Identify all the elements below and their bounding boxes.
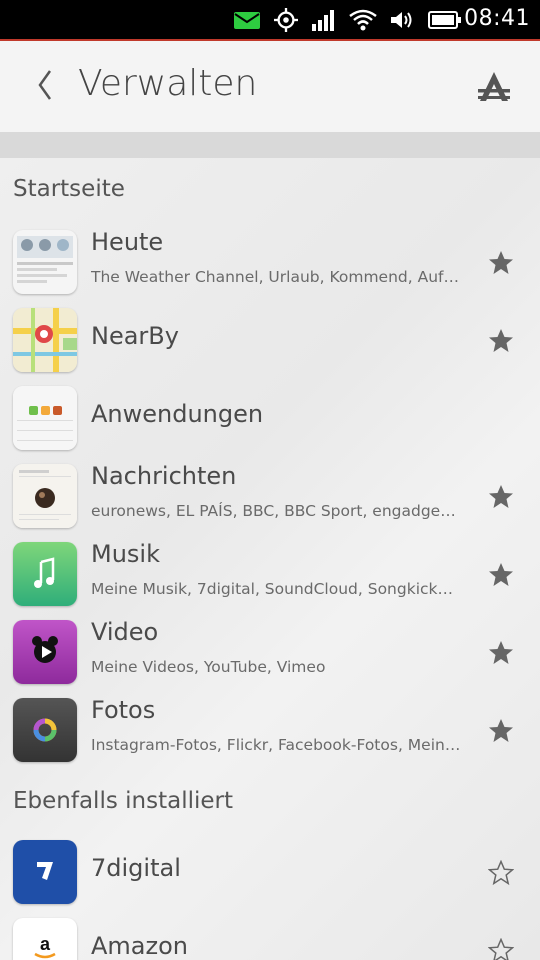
item-title: Video xyxy=(91,618,159,646)
star-filled-icon[interactable] xyxy=(488,640,514,666)
news-icon xyxy=(13,464,77,528)
star-filled-icon[interactable] xyxy=(488,328,514,354)
message-icon xyxy=(234,12,260,29)
star-filled-icon[interactable] xyxy=(488,718,514,744)
item-subtitle: Instagram-Fotos, Flickr, Facebook-Fotos,… xyxy=(91,736,461,754)
list-item-nearby[interactable]: NearBy xyxy=(0,302,540,380)
page-header: Verwalten xyxy=(0,41,540,133)
signal-icon xyxy=(312,10,334,31)
amazon-icon: a xyxy=(13,918,77,960)
scope-list[interactable]: Startseite Heute The Weather Channel, Ur… xyxy=(0,158,540,960)
star-filled-icon[interactable] xyxy=(488,484,514,510)
battery-icon xyxy=(428,11,461,29)
list-item-fotos[interactable]: Fotos Instagram-Fotos, Flickr, Facebook-… xyxy=(0,692,540,770)
page-title: Verwalten xyxy=(78,63,258,104)
app-store-icon[interactable] xyxy=(476,69,512,105)
list-item-nachrichten[interactable]: Nachrichten euronews, EL PAÍS, BBC, BBC … xyxy=(0,458,540,536)
today-scope-icon xyxy=(13,230,77,294)
7digital-icon xyxy=(13,840,77,904)
star-filled-icon[interactable] xyxy=(488,562,514,588)
star-outline-icon[interactable] xyxy=(488,860,514,886)
item-title: Amazon xyxy=(91,932,188,960)
section-title-ebenfalls-installiert: Ebenfalls installiert xyxy=(13,788,233,814)
header-divider xyxy=(0,132,540,158)
list-item-heute[interactable]: Heute The Weather Channel, Urlaub, Komme… xyxy=(0,224,540,302)
clock: 08:41 xyxy=(464,6,530,31)
svg-text:a: a xyxy=(40,934,51,954)
item-title: Fotos xyxy=(91,696,156,724)
music-icon xyxy=(13,542,77,606)
chevron-left-icon[interactable] xyxy=(32,65,62,105)
item-title: NearBy xyxy=(91,322,179,350)
list-item-anwendungen[interactable]: Anwendungen xyxy=(0,380,540,458)
item-title: 7digital xyxy=(91,854,181,882)
status-bar: 08:41 xyxy=(0,0,540,41)
item-title: Nachrichten xyxy=(91,462,237,490)
list-item-musik[interactable]: Musik Meine Musik, 7digital, SoundCloud,… xyxy=(0,536,540,614)
item-subtitle: euronews, EL PAÍS, BBC, BBC Sport, engad… xyxy=(91,502,461,520)
volume-icon xyxy=(391,12,412,28)
section-title-startseite: Startseite xyxy=(13,176,125,202)
list-item-amazon[interactable]: a Amazon xyxy=(0,912,540,960)
item-subtitle: The Weather Channel, Urlaub, Kommend, Au… xyxy=(91,268,461,286)
list-item-video[interactable]: Video Meine Videos, YouTube, Vimeo xyxy=(0,614,540,692)
video-icon xyxy=(13,620,77,684)
location-icon xyxy=(274,8,298,32)
nearby-map-icon xyxy=(13,308,77,372)
item-subtitle: Meine Videos, YouTube, Vimeo xyxy=(91,658,326,676)
item-title: Musik xyxy=(91,540,160,568)
star-filled-icon[interactable] xyxy=(488,250,514,276)
star-outline-icon[interactable] xyxy=(488,938,514,960)
photos-icon xyxy=(13,698,77,762)
apps-scope-icon xyxy=(13,386,77,450)
wifi-icon xyxy=(349,9,377,31)
item-title: Anwendungen xyxy=(91,400,264,428)
list-item-7digital[interactable]: 7digital xyxy=(0,834,540,912)
item-subtitle: Meine Musik, 7digital, SoundCloud, Songk… xyxy=(91,580,454,598)
item-title: Heute xyxy=(91,228,164,256)
